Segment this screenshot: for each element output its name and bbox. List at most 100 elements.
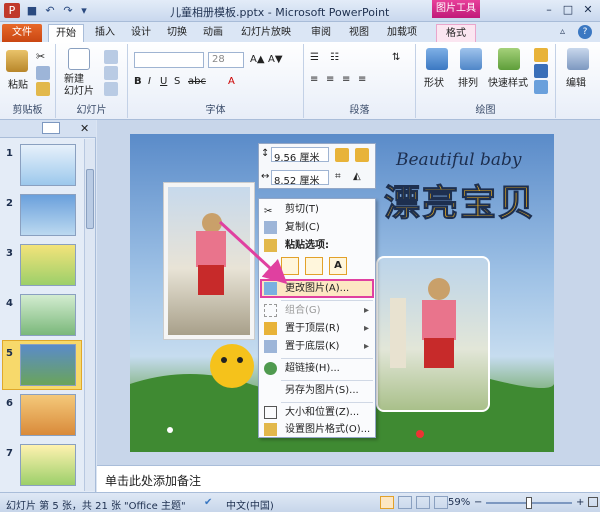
shadow-icon[interactable]: S <box>174 76 180 87</box>
shape-fill-icon[interactable] <box>534 48 548 62</box>
shapes-icon[interactable] <box>426 48 448 70</box>
quick-styles-icon[interactable] <box>498 48 520 70</box>
reading-view-icon[interactable] <box>416 496 430 509</box>
menu-hyperlink[interactable]: 超链接(H)... <box>261 360 373 377</box>
help-icon[interactable]: ? <box>578 25 592 39</box>
reset-icon[interactable] <box>104 66 118 80</box>
font-name-field[interactable] <box>134 52 204 68</box>
zoom-out-icon[interactable]: − <box>474 497 482 508</box>
send-backward-icon[interactable] <box>355 148 369 162</box>
font-size-field[interactable]: 28 <box>208 52 244 68</box>
tab-addins[interactable]: 加载项 <box>382 24 422 42</box>
crop-icon[interactable]: ⌗ <box>335 171 341 182</box>
slide-thumbnail-selected[interactable] <box>20 344 76 386</box>
menu-save-as-picture[interactable]: 另存为图片(S)... <box>261 382 373 399</box>
slide-thumbnail[interactable] <box>20 144 76 186</box>
close-button[interactable]: ✕ <box>579 2 597 18</box>
font-color-icon[interactable]: A <box>228 76 235 87</box>
slide-thumbnail[interactable] <box>20 194 76 236</box>
menu-format-picture[interactable]: 设置图片格式(O)... <box>261 421 373 438</box>
bring-forward-icon[interactable] <box>335 148 349 162</box>
theme-status[interactable]: "Office 主题" <box>124 497 186 512</box>
paste-option-picture-icon[interactable] <box>305 257 323 275</box>
layout-icon[interactable] <box>104 50 118 64</box>
new-slide-icon[interactable] <box>68 48 90 70</box>
menu-size-position[interactable]: 大小和位置(Z)... <box>261 404 373 421</box>
slideshow-view-icon[interactable] <box>434 496 448 509</box>
zoom-slider[interactable] <box>486 497 572 509</box>
shape-effects-icon[interactable] <box>534 80 548 94</box>
fit-to-window-icon[interactable] <box>588 497 598 507</box>
italic-icon[interactable]: I <box>148 76 151 87</box>
edit-label[interactable]: 编辑 <box>566 74 586 89</box>
numbering-icon[interactable]: ☷ <box>330 52 339 63</box>
text-direction-icon[interactable]: ⇅ <box>392 52 400 63</box>
close-pane-icon[interactable]: ✕ <box>80 122 89 135</box>
tab-home[interactable]: 开始 <box>48 24 84 42</box>
zoom-level[interactable]: 59% <box>448 497 470 508</box>
shrink-font-icon[interactable]: A▼ <box>268 54 283 65</box>
slide-thumbnail[interactable] <box>20 244 76 286</box>
quick-access-customize-icon[interactable]: ▾ <box>76 3 92 19</box>
strikethrough-icon[interactable]: abc <box>188 76 206 87</box>
grow-font-icon[interactable]: A▲ <box>250 54 265 65</box>
slide-thumbnail[interactable] <box>20 394 76 436</box>
bullets-icon[interactable]: ☰ <box>310 52 319 63</box>
notes-pane[interactable]: 单击此处添加备注 <box>97 465 600 492</box>
photo-frame-1[interactable] <box>163 182 255 340</box>
align-left-icon[interactable]: ≡ <box>310 74 318 85</box>
quick-styles-label[interactable]: 快速样式 <box>488 74 528 89</box>
spellcheck-icon[interactable]: ✔ <box>204 497 212 508</box>
menu-change-picture[interactable]: 更改图片(A)... <box>261 280 373 297</box>
tab-transitions[interactable]: 切换 <box>162 24 192 42</box>
new-slide-label[interactable]: 新建 幻灯片 <box>64 74 94 98</box>
minimize-button[interactable]: – <box>540 2 558 18</box>
align-right-icon[interactable]: ≡ <box>342 74 350 85</box>
redo-icon[interactable]: ↷ <box>60 3 76 19</box>
paste-icon[interactable] <box>6 50 28 72</box>
tab-animations[interactable]: 动画 <box>198 24 228 42</box>
tab-design[interactable]: 设计 <box>126 24 156 42</box>
normal-view-icon[interactable] <box>380 496 394 509</box>
paste-option-text-icon[interactable]: A <box>329 257 347 275</box>
format-painter-icon[interactable] <box>36 82 50 96</box>
height-field[interactable]: 9.56 厘米 <box>271 147 329 164</box>
undo-icon[interactable]: ↶ <box>42 3 58 19</box>
collapse-ribbon-icon[interactable]: ▵ <box>560 26 565 37</box>
zoom-in-icon[interactable]: + <box>576 497 584 508</box>
slides-tab-icon[interactable] <box>42 122 60 134</box>
tab-slideshow[interactable]: 幻灯片放映 <box>234 24 298 42</box>
bold-icon[interactable]: B <box>134 76 142 87</box>
tab-format[interactable]: 格式 <box>436 24 476 42</box>
cut-icon[interactable]: ✂ <box>36 50 45 63</box>
paste-label[interactable]: 粘贴 <box>8 76 28 91</box>
shapes-label[interactable]: 形状 <box>424 74 444 89</box>
section-icon[interactable] <box>104 82 118 96</box>
tab-review[interactable]: 审阅 <box>306 24 336 42</box>
menu-bring-to-front[interactable]: 置于顶层(R) ▸ <box>261 320 373 337</box>
arrange-icon[interactable] <box>460 48 482 70</box>
menu-group[interactable]: 组合(G) ▸ <box>261 302 373 319</box>
tab-file[interactable]: 文件 <box>2 24 42 42</box>
arrange-label[interactable]: 排列 <box>458 74 478 89</box>
slides-pane-scrollbar[interactable] <box>84 139 95 491</box>
photo-frame-2[interactable] <box>376 256 490 412</box>
slide-thumbnail[interactable] <box>20 444 76 486</box>
width-field[interactable]: 8.52 厘米 <box>271 170 329 187</box>
menu-copy[interactable]: 复制(C) <box>261 219 373 236</box>
paste-option-use-destination-icon[interactable] <box>281 257 299 275</box>
underline-icon[interactable]: U <box>160 76 167 87</box>
copy-icon[interactable] <box>36 66 50 80</box>
save-icon[interactable]: ■ <box>24 3 40 19</box>
align-center-icon[interactable]: ≡ <box>326 74 334 85</box>
slide-sorter-icon[interactable] <box>398 496 412 509</box>
tab-insert[interactable]: 插入 <box>90 24 120 42</box>
language-status[interactable]: 中文(中国) <box>226 497 274 512</box>
maximize-button[interactable]: □ <box>559 2 577 18</box>
find-icon[interactable] <box>567 48 589 70</box>
menu-send-to-back[interactable]: 置于底层(K) ▸ <box>261 338 373 355</box>
menu-cut[interactable]: ✂ 剪切(T) <box>261 201 373 218</box>
shape-outline-icon[interactable] <box>534 64 548 78</box>
tab-view[interactable]: 视图 <box>344 24 374 42</box>
scroll-thumb[interactable] <box>86 169 94 229</box>
